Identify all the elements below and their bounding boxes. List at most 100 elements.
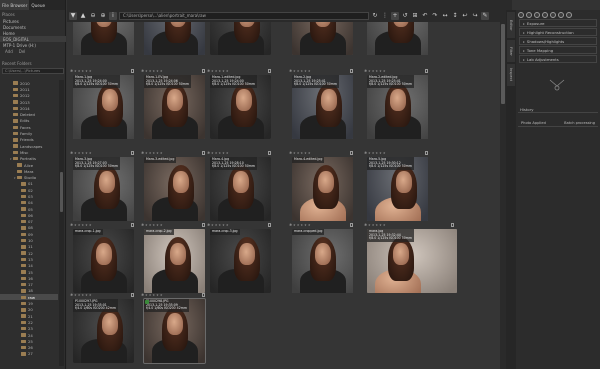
pin-icon[interactable]: ✱ — [289, 223, 292, 227]
folder-tree-item[interactable]: 27 — [0, 351, 58, 357]
vtab-inspect[interactable]: Inspect — [507, 64, 515, 86]
tool-expander[interactable]: ▸ Highlight Reconstruction — [519, 28, 597, 36]
star-icon[interactable]: ★ — [226, 69, 229, 73]
pin-icon[interactable]: ✱ — [207, 223, 210, 227]
star-icon[interactable]: ★ — [308, 223, 311, 227]
add-place-button[interactable]: Add — [3, 49, 15, 54]
pin-icon[interactable]: ✱ — [141, 223, 144, 227]
star-icon[interactable]: ★ — [81, 293, 84, 297]
star-icon[interactable]: ★ — [145, 293, 148, 297]
refresh-icon[interactable]: ↻ — [371, 12, 379, 20]
raw-icon[interactable] — [558, 12, 564, 18]
star-icon[interactable]: ★ — [215, 223, 218, 227]
star-icon[interactable]: ★ — [211, 223, 214, 227]
pin-icon[interactable]: ✱ — [364, 69, 367, 73]
thumbnail-image[interactable]: Mara-1-EV.jpg 2013-1-25 19:24:06 f/8.0 1/1… — [144, 75, 205, 139]
rank-stars[interactable]: ✱ ★ ★ ★ ★ ★ — [70, 292, 140, 298]
thumbnail-image[interactable]: P1000298.JPG 2013-1-25 19:35:09 f/4.0 1/60… — [143, 298, 206, 364]
rank-stars[interactable]: ✱ ★ ★ ★ ★ ★ — [289, 222, 359, 228]
rank-stars[interactable]: ✱ ★ ★ ★ ★ ★ — [364, 222, 460, 228]
rank-stars[interactable]: ✱ ★ ★ ★ ★ ★ — [207, 150, 277, 156]
path-input[interactable]: C:\Users\perso\...\alien\portrait_mara\r… — [119, 12, 369, 20]
star-icon[interactable]: ★ — [78, 293, 81, 297]
thumbnail-item[interactable]: ✱ ★ ★ ★ ★ ★ mara-crop-3.jpg — [206, 222, 276, 298]
star-icon[interactable]: ★ — [372, 151, 375, 155]
star-icon[interactable]: ★ — [300, 69, 303, 73]
tool-expander[interactable]: ▸ Lab Adjustments — [519, 55, 597, 63]
pin-icon[interactable]: ✱ — [289, 69, 292, 73]
star-icon[interactable]: ★ — [156, 151, 159, 155]
thumbnail-image[interactable]: mara-crop-3.jpg — [210, 229, 271, 293]
star-icon[interactable]: ★ — [74, 151, 77, 155]
transform-tool-icon[interactable] — [550, 12, 556, 18]
thumbnail-item[interactable]: ✱ ★ ★ ★ ★ ★ Mara-4-edited.jpg — [288, 150, 358, 226]
star-icon[interactable]: ★ — [78, 223, 81, 227]
info-icon[interactable]: i — [109, 12, 117, 20]
thumbnail-image[interactable]: Mara-3.jpg 2013-1-25 19:27:03 f/8.0 1/125s… — [73, 157, 134, 221]
star-icon[interactable]: ★ — [226, 151, 229, 155]
star-icon[interactable]: ★ — [74, 223, 77, 227]
star-icon[interactable]: ★ — [160, 69, 163, 73]
star-icon[interactable]: ★ — [89, 223, 92, 227]
rank-stars[interactable]: ✱ ★ ★ ★ ★ ★ — [364, 68, 434, 74]
star-icon[interactable]: ★ — [218, 69, 221, 73]
star-icon[interactable]: ★ — [226, 223, 229, 227]
star-icon[interactable]: ★ — [160, 151, 163, 155]
thumbnail-image[interactable] — [367, 22, 428, 55]
star-icon[interactable]: ★ — [85, 293, 88, 297]
history-section[interactable]: History — [518, 106, 598, 113]
trash-icon[interactable] — [268, 223, 271, 227]
star-icon[interactable]: ★ — [383, 151, 386, 155]
advanced-icon[interactable] — [542, 12, 548, 18]
zoom-out-icon[interactable]: ⊖ — [89, 12, 97, 20]
thumbnail-item[interactable]: ✱★★★★★ — [206, 22, 276, 60]
star-icon[interactable]: ★ — [222, 69, 225, 73]
rotate-left-icon[interactable]: ↶ — [421, 12, 429, 20]
rotate-right-icon[interactable]: ↷ — [431, 12, 439, 20]
trash-icon[interactable] — [131, 223, 134, 227]
trash-icon[interactable] — [131, 293, 134, 297]
scrollbar-thumb[interactable] — [501, 24, 505, 104]
thumbnail-image[interactable]: P1000297.JPG 2013-1-25 19:35:01 f/4.0 1/60… — [73, 299, 134, 363]
thumbnail-item[interactable]: ✱ ★ ★ ★ ★ ★ Mara-2.jpg 2013-1-25 19:25:41 f/8.0 … — [288, 68, 358, 144]
redo-icon[interactable]: ↪ — [471, 12, 479, 20]
zoom-in-icon[interactable]: ⊕ — [99, 12, 107, 20]
star-icon[interactable]: ★ — [211, 69, 214, 73]
thumbnail-image[interactable]: Mara-1-edited.jpg 2013-1-25 19:24:00 f/8.0… — [210, 75, 271, 139]
star-icon[interactable]: ★ — [152, 151, 155, 155]
thumbnail-item[interactable]: ✱ ★ ★ ★ ★ ★ Mara-5.jpg 2013-1-25 19:30:12 f/8.0 … — [363, 150, 433, 226]
thumbnail-item[interactable]: ✱★★★★★ — [69, 22, 139, 60]
star-icon[interactable]: ★ — [81, 69, 84, 73]
trash-icon[interactable] — [268, 151, 271, 155]
filter-icon[interactable]: ▼ — [69, 12, 77, 20]
pin-icon[interactable]: ✱ — [70, 223, 73, 227]
thumbnail-image[interactable]: Mara-3-edited.jpg — [144, 157, 205, 221]
trash-icon[interactable] — [350, 151, 353, 155]
transform-icon[interactable]: ↺ — [401, 12, 409, 20]
star-icon[interactable]: ★ — [89, 151, 92, 155]
star-icon[interactable]: ★ — [304, 69, 307, 73]
star-icon[interactable]: ★ — [218, 223, 221, 227]
thumbnail-image[interactable]: Mara-2.jpg 2013-1-25 19:25:41 f/8.0 1/125s… — [292, 75, 353, 139]
thumbnail-item[interactable]: ✱ ★ ★ ★ ★ ★ Mara-3-edited.jpg — [140, 150, 210, 226]
thumbnail-item[interactable]: ✱★★★★★ — [363, 22, 433, 60]
trash-icon[interactable] — [131, 69, 134, 73]
star-icon[interactable]: ★ — [218, 151, 221, 155]
star-icon[interactable]: ★ — [156, 223, 159, 227]
trash-icon[interactable] — [202, 223, 205, 227]
star-icon[interactable]: ★ — [297, 69, 300, 73]
add-icon[interactable]: + — [391, 12, 399, 20]
rank-stars[interactable]: ✱ ★ ★ ★ ★ ★ — [70, 150, 140, 156]
star-icon[interactable]: ★ — [211, 151, 214, 155]
trash-icon[interactable] — [131, 151, 134, 155]
trash-icon[interactable] — [425, 151, 428, 155]
flip-v-icon[interactable]: ↕ — [451, 12, 459, 20]
star-icon[interactable]: ★ — [152, 69, 155, 73]
thumbnail-image[interactable]: mara.jpg 2013-1-25 19:32:44 f/8.0 1/125s I… — [367, 229, 457, 293]
star-icon[interactable]: ★ — [215, 69, 218, 73]
rank-stars[interactable]: ✱ ★ ★ ★ ★ ★ — [141, 222, 211, 228]
tool-expander[interactable]: ▸ Shadows/Highlights — [519, 37, 597, 45]
thumbnail-item[interactable]: ✱ ★ ★ ★ ★ ★ P1000297.JPG 2013-1-25 19:35:01 f/4.… — [69, 292, 139, 368]
detail-icon[interactable] — [526, 12, 532, 18]
delete-place-button[interactable]: Del — [17, 49, 28, 54]
